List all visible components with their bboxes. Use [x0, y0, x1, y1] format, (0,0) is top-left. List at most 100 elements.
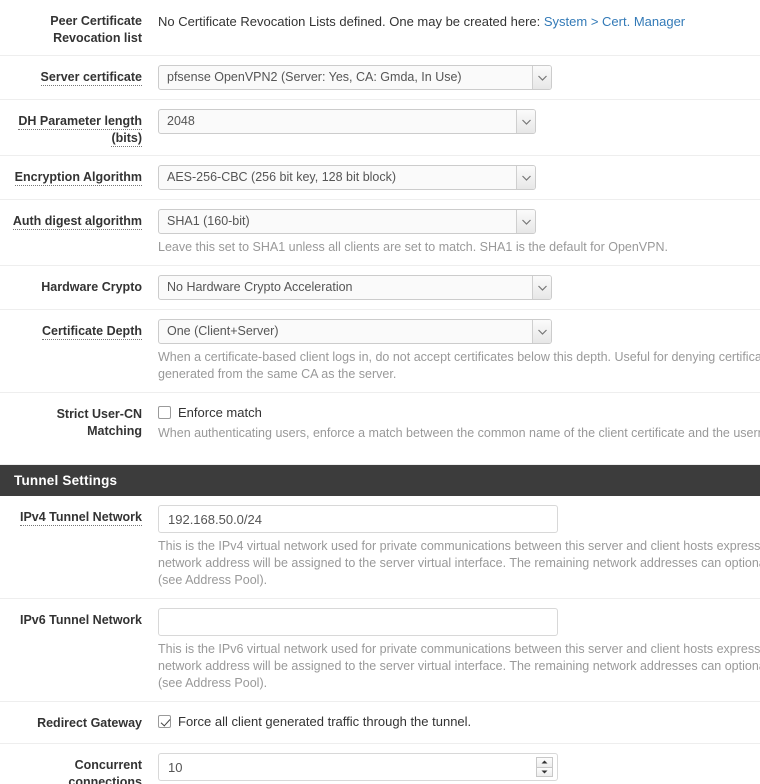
label-dh-parameter-length: DH Parameter length (bits)	[0, 100, 142, 155]
redirect-gateway-checkbox-row[interactable]: Force all client generated traffic throu…	[158, 711, 760, 729]
server-certificate-value: pfsense OpenVPN2 (Server: Yes, CA: Gmda,…	[167, 70, 462, 84]
form-row-peer-crl: Peer Certificate Revocation list No Cert…	[0, 0, 760, 56]
form-row-redirect-gateway: Redirect Gateway Force all client genera…	[0, 702, 760, 744]
chevron-down-icon[interactable]	[532, 276, 551, 299]
field-hardware-crypto: No Hardware Crypto Acceleration	[142, 266, 760, 309]
certificate-depth-help: When a certificate-based client logs in,…	[158, 349, 760, 383]
label-text: Certificate Depth	[41, 324, 142, 340]
chevron-down-icon[interactable]	[516, 110, 535, 133]
certificate-depth-select[interactable]: One (Client+Server)	[158, 319, 552, 344]
ipv6-tunnel-network-input[interactable]	[158, 608, 558, 636]
chevron-down-icon[interactable]	[532, 320, 551, 343]
field-certificate-depth: One (Client+Server) When a certificate-b…	[142, 310, 760, 392]
enforce-match-label: Enforce match	[178, 405, 262, 420]
dh-parameter-length-value: 2048	[167, 114, 195, 128]
redirect-gateway-checkbox[interactable]	[158, 715, 171, 728]
number-spinner[interactable]	[536, 757, 553, 777]
spinner-down-icon[interactable]	[536, 766, 553, 777]
label-text: IPv4 Tunnel Network	[19, 510, 142, 526]
label-ipv4-tunnel-network: IPv4 Tunnel Network	[0, 496, 142, 534]
field-dh-parameter-length: 2048	[142, 100, 760, 143]
label-hardware-crypto: Hardware Crypto	[0, 266, 142, 304]
label-text: IPv6 Tunnel Network	[19, 613, 142, 627]
form-row-concurrent-connections: Concurrent connections Specify the maxim…	[0, 744, 760, 784]
field-ipv4-tunnel-network: This is the IPv4 virtual network used fo…	[142, 496, 760, 598]
form-row-strict-user-cn-matching: Strict User-CN Matching Enforce match Wh…	[0, 393, 760, 451]
form-row-server-certificate: Server certificate pfsense OpenVPN2 (Ser…	[0, 56, 760, 100]
form-row-auth-digest-algorithm: Auth digest algorithm SHA1 (160-bit) Lea…	[0, 200, 760, 266]
hardware-crypto-value: No Hardware Crypto Acceleration	[167, 280, 353, 294]
openvpn-server-form: Peer Certificate Revocation list No Cert…	[0, 0, 760, 784]
concurrent-connections-stepper[interactable]	[158, 753, 558, 781]
help-line: Leave this set to SHA1 unless all client…	[158, 240, 668, 254]
peer-crl-message: No Certificate Revocation Lists defined.…	[158, 9, 760, 31]
help-line: This is the IPv6 virtual network used fo…	[158, 642, 760, 656]
spinner-up-icon[interactable]	[536, 757, 553, 767]
label-text: Encryption Algorithm	[14, 170, 142, 186]
form-row-hardware-crypto: Hardware Crypto No Hardware Crypto Accel…	[0, 266, 760, 310]
chevron-down-icon[interactable]	[516, 166, 535, 189]
field-ipv6-tunnel-network: This is the IPv6 virtual network used fo…	[142, 599, 760, 701]
label-certificate-depth: Certificate Depth	[0, 310, 142, 348]
chevron-down-icon[interactable]	[532, 66, 551, 89]
label-ipv6-tunnel-network: IPv6 Tunnel Network	[0, 599, 142, 637]
help-line: network address will be assigned to the …	[158, 556, 760, 570]
concurrent-connections-input[interactable]	[158, 753, 558, 781]
form-row-encryption-algorithm: Encryption Algorithm AES-256-CBC (256 bi…	[0, 156, 760, 200]
form-row-dh-parameter-length: DH Parameter length (bits) 2048	[0, 100, 760, 156]
tunnel-settings-header: Tunnel Settings	[0, 465, 760, 496]
encryption-algorithm-select[interactable]: AES-256-CBC (256 bit key, 128 bit block)	[158, 165, 536, 190]
label-text: Strict User-CN Matching	[56, 407, 142, 438]
help-line: (see Address Pool).	[158, 573, 268, 587]
strict-user-cn-matching-help: When authenticating users, enforce a mat…	[158, 425, 760, 442]
label-text: Redirect Gateway	[37, 716, 142, 730]
label-strict-user-cn-matching: Strict User-CN Matching	[0, 393, 142, 448]
help-line: When authenticating users, enforce a mat…	[158, 426, 760, 440]
label-server-certificate: Server certificate	[0, 56, 142, 94]
enforce-match-checkbox[interactable]	[158, 406, 171, 419]
label-peer-crl: Peer Certificate Revocation list	[0, 0, 142, 55]
label-encryption-algorithm: Encryption Algorithm	[0, 156, 142, 194]
server-certificate-select[interactable]: pfsense OpenVPN2 (Server: Yes, CA: Gmda,…	[158, 65, 552, 90]
label-text: DH Parameter length (bits)	[18, 114, 142, 147]
certificate-depth-value: One (Client+Server)	[167, 324, 279, 338]
label-concurrent-connections: Concurrent connections	[0, 744, 142, 784]
enforce-match-checkbox-row[interactable]: Enforce match	[158, 402, 760, 420]
help-line: network address will be assigned to the …	[158, 659, 760, 673]
auth-digest-algorithm-value: SHA1 (160-bit)	[167, 214, 250, 228]
hardware-crypto-select[interactable]: No Hardware Crypto Acceleration	[158, 275, 552, 300]
cert-manager-link[interactable]: System > Cert. Manager	[544, 14, 685, 29]
label-text: Auth digest algorithm	[12, 214, 142, 230]
form-row-ipv4-tunnel-network: IPv4 Tunnel Network This is the IPv4 vir…	[0, 496, 760, 599]
field-strict-user-cn-matching: Enforce match When authenticating users,…	[142, 393, 760, 451]
label-text: Hardware Crypto	[41, 280, 142, 294]
section-spacer	[0, 451, 760, 465]
help-line: When a certificate-based client logs in,…	[158, 350, 760, 364]
field-server-certificate: pfsense OpenVPN2 (Server: Yes, CA: Gmda,…	[142, 56, 760, 99]
label-redirect-gateway: Redirect Gateway	[0, 702, 142, 740]
ipv6-tunnel-network-help: This is the IPv6 virtual network used fo…	[158, 641, 760, 692]
ipv4-tunnel-network-help: This is the IPv4 virtual network used fo…	[158, 538, 760, 589]
help-line: This is the IPv4 virtual network used fo…	[158, 539, 760, 553]
encryption-algorithm-value: AES-256-CBC (256 bit key, 128 bit block)	[167, 170, 397, 184]
label-auth-digest-algorithm: Auth digest algorithm	[0, 200, 142, 238]
ipv4-tunnel-network-input[interactable]	[158, 505, 558, 533]
chevron-down-icon[interactable]	[516, 210, 535, 233]
field-peer-crl: No Certificate Revocation Lists defined.…	[142, 0, 760, 40]
field-auth-digest-algorithm: SHA1 (160-bit) Leave this set to SHA1 un…	[142, 200, 760, 265]
label-text: Server certificate	[40, 70, 142, 86]
auth-digest-algorithm-help: Leave this set to SHA1 unless all client…	[158, 239, 760, 256]
label-text: Concurrent connections	[68, 758, 142, 784]
dh-parameter-length-select[interactable]: 2048	[158, 109, 536, 134]
form-row-certificate-depth: Certificate Depth One (Client+Server) Wh…	[0, 310, 760, 393]
help-line: (see Address Pool).	[158, 676, 268, 690]
help-line: generated from the same CA as the server…	[158, 367, 397, 381]
form-row-ipv6-tunnel-network: IPv6 Tunnel Network This is the IPv6 vir…	[0, 599, 760, 702]
field-concurrent-connections: Specify the maximum number of clients al…	[142, 744, 760, 784]
label-text: Peer Certificate Revocation list	[50, 14, 142, 45]
redirect-gateway-label: Force all client generated traffic throu…	[178, 714, 472, 729]
field-redirect-gateway: Force all client generated traffic throu…	[142, 702, 760, 738]
peer-crl-message-text: No Certificate Revocation Lists defined.…	[158, 14, 544, 29]
field-encryption-algorithm: AES-256-CBC (256 bit key, 128 bit block)	[142, 156, 760, 199]
auth-digest-algorithm-select[interactable]: SHA1 (160-bit)	[158, 209, 536, 234]
